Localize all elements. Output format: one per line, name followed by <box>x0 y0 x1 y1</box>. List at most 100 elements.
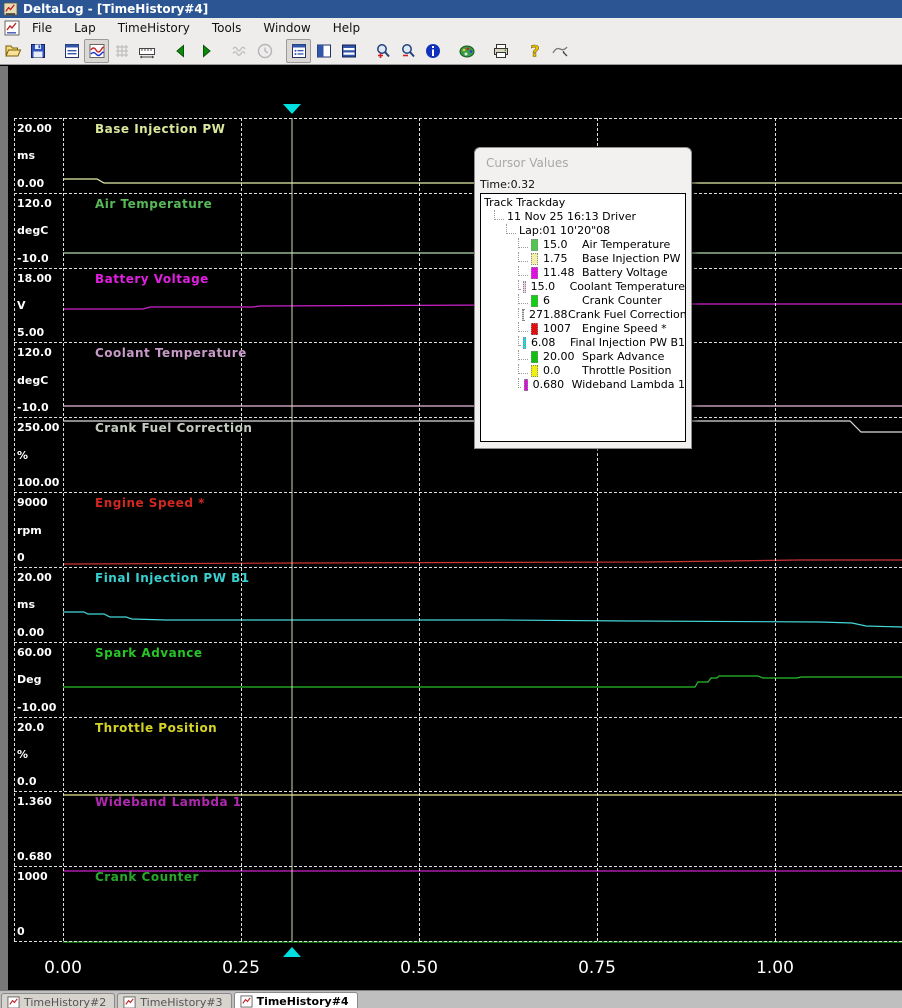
tree-elbow <box>518 266 528 276</box>
save-icon[interactable] <box>25 39 50 63</box>
tab-timehistory#3[interactable]: TimeHistory#3 <box>117 993 231 1008</box>
label-column-border <box>14 118 15 941</box>
scale-max-label: 20.0 <box>17 721 44 734</box>
tab-chart-icon <box>240 995 253 1008</box>
channel-value: 15.0 <box>543 238 582 252</box>
channel-title: Crank Counter <box>95 870 199 884</box>
tree-row-channel[interactable]: 6.08Final Injection PW B1 <box>484 336 685 350</box>
report-icon[interactable] <box>59 39 84 63</box>
channel-color-swatch <box>531 323 538 335</box>
title-bar: DeltaLog - [TimeHistory#4] <box>0 0 902 18</box>
tree-row-channel[interactable]: 1.75Base Injection PW <box>484 252 685 266</box>
menu-window[interactable]: Window <box>252 19 321 37</box>
tree-elbow <box>518 364 528 374</box>
tab-chart-icon <box>123 996 136 1008</box>
cursor-handle-bottom[interactable] <box>283 947 301 957</box>
x-axis-tick-label: 0.75 <box>578 958 616 978</box>
menu-timehistory[interactable]: TimeHistory <box>107 19 201 37</box>
toolbar: ? <box>0 38 902 65</box>
scale-min-label: 0.00 <box>17 177 44 190</box>
info-icon[interactable] <box>420 39 445 63</box>
palette-icon[interactable] <box>454 39 479 63</box>
scale-min-label: 0.680 <box>17 850 52 863</box>
time-gridline <box>419 118 420 941</box>
arrow-left-icon[interactable] <box>168 39 193 63</box>
x-axis-tick-label: 0.50 <box>400 958 438 978</box>
tree-row-session[interactable]: 11 Nov 25 16:13 Driver <box>484 210 685 224</box>
scale-unit-label: rpm <box>17 524 42 537</box>
app-window: DeltaLog - [TimeHistory#4] FileLapTimeHi… <box>0 0 902 1008</box>
menu-lap[interactable]: Lap <box>63 19 107 37</box>
cursor-values-list[interactable]: Track Trackday11 Nov 25 16:13 DriverLap:… <box>480 193 686 442</box>
zoom-in-icon[interactable] <box>370 39 395 63</box>
zoom-out-icon[interactable] <box>395 39 420 63</box>
tree-row-channel[interactable]: 1007Engine Speed * <box>484 322 685 336</box>
arrow-right-icon[interactable] <box>193 39 218 63</box>
scale-max-label: 20.00 <box>17 571 52 584</box>
tab-label: TimeHistory#3 <box>140 996 222 1008</box>
tree-row-lap[interactable]: Lap:01 10'20"08 <box>484 224 685 238</box>
channel-color-swatch <box>531 253 538 265</box>
panel-boundary-line <box>14 118 902 119</box>
channel-title: Crank Fuel Correction <box>95 421 252 435</box>
panel-boundary-line <box>14 642 902 643</box>
channel-title: Wideband Lambda 1 <box>95 795 242 809</box>
tree-row-channel[interactable]: 20.00Spark Advance <box>484 350 685 364</box>
tree-row-track[interactable]: Track Trackday <box>484 196 685 210</box>
lasso-icon[interactable] <box>547 39 572 63</box>
help-icon[interactable]: ? <box>522 39 547 63</box>
tab-timehistory#2[interactable]: TimeHistory#2 <box>1 993 115 1008</box>
scale-min-label: -10.0 <box>17 252 49 265</box>
channel-name: Final Injection PW B1 <box>570 336 685 350</box>
channel-value: 0.0 <box>543 364 582 378</box>
menu-tools[interactable]: Tools <box>201 19 253 37</box>
tree-row-channel[interactable]: 15.0Coolant Temperature <box>484 280 685 294</box>
tree-row-channel[interactable]: 6Crank Counter <box>484 294 685 308</box>
tree-elbow <box>506 224 516 234</box>
cursor-values-popup[interactable]: Cursor Values Time:0.32 Track Trackday11… <box>474 147 692 449</box>
scale-max-label: 20.00 <box>17 122 52 135</box>
menu-file[interactable]: File <box>21 19 63 37</box>
tree-row-channel[interactable]: 15.0Air Temperature <box>484 238 685 252</box>
cursor-values-icon[interactable] <box>286 39 311 63</box>
print-icon[interactable] <box>488 39 513 63</box>
tab-timehistory#4[interactable]: TimeHistory#4 <box>234 992 358 1008</box>
channel-value: 6 <box>543 294 582 308</box>
trace-final-injection-pw-b1 <box>63 612 902 627</box>
channel-name: Crank Counter <box>582 294 662 308</box>
ruler-icon[interactable] <box>134 39 159 63</box>
scale-max-label: 60.00 <box>17 646 52 659</box>
scale-max-label: 1.360 <box>17 795 52 808</box>
menu-bar: FileLapTimeHistoryToolsWindowHelp <box>0 18 902 39</box>
scale-min-label: 0 <box>17 925 25 938</box>
channel-value: 15.0 <box>531 280 570 294</box>
tree-elbow <box>518 336 520 346</box>
menu-help[interactable]: Help <box>322 19 371 37</box>
channel-color-swatch <box>524 379 527 391</box>
tree-row-channel[interactable]: 0.0Throttle Position <box>484 364 685 378</box>
chart-curve-icon[interactable] <box>84 39 109 63</box>
popup-title: Cursor Values <box>486 156 568 170</box>
tree-row-channel[interactable]: 11.48Battery Voltage <box>484 266 685 280</box>
channel-color-swatch <box>531 295 538 307</box>
channel-color-swatch <box>523 281 526 293</box>
chart-area[interactable]: 0.000.250.500.751.0020.00ms0.00Base Inje… <box>0 66 902 990</box>
tree-elbow <box>518 308 519 318</box>
x-axis-tick-label: 0.25 <box>222 958 260 978</box>
scale-min-label: 0.00 <box>17 626 44 639</box>
channel-color-swatch <box>531 351 538 363</box>
open-folder-icon[interactable] <box>0 39 25 63</box>
channel-title: Base Injection PW <box>95 122 225 136</box>
scale-min-label: 0 <box>17 551 25 564</box>
channel-title: Engine Speed * <box>95 496 205 510</box>
scale-max-label: 18.00 <box>17 272 52 285</box>
tree-row-channel[interactable]: 271.88Crank Fuel Correction <box>484 308 685 322</box>
tree-elbow <box>518 350 528 360</box>
tree-row-channel[interactable]: 0.680Wideband Lambda 1 <box>484 378 685 392</box>
cursor-handle-top[interactable] <box>283 104 301 114</box>
scale-max-label: 120.0 <box>17 346 52 359</box>
mdi-document-icon[interactable] <box>4 20 21 36</box>
horizontal-bars-icon[interactable] <box>336 39 361 63</box>
vertical-panes-icon[interactable] <box>311 39 336 63</box>
window-title: DeltaLog - [TimeHistory#4] <box>23 2 208 16</box>
